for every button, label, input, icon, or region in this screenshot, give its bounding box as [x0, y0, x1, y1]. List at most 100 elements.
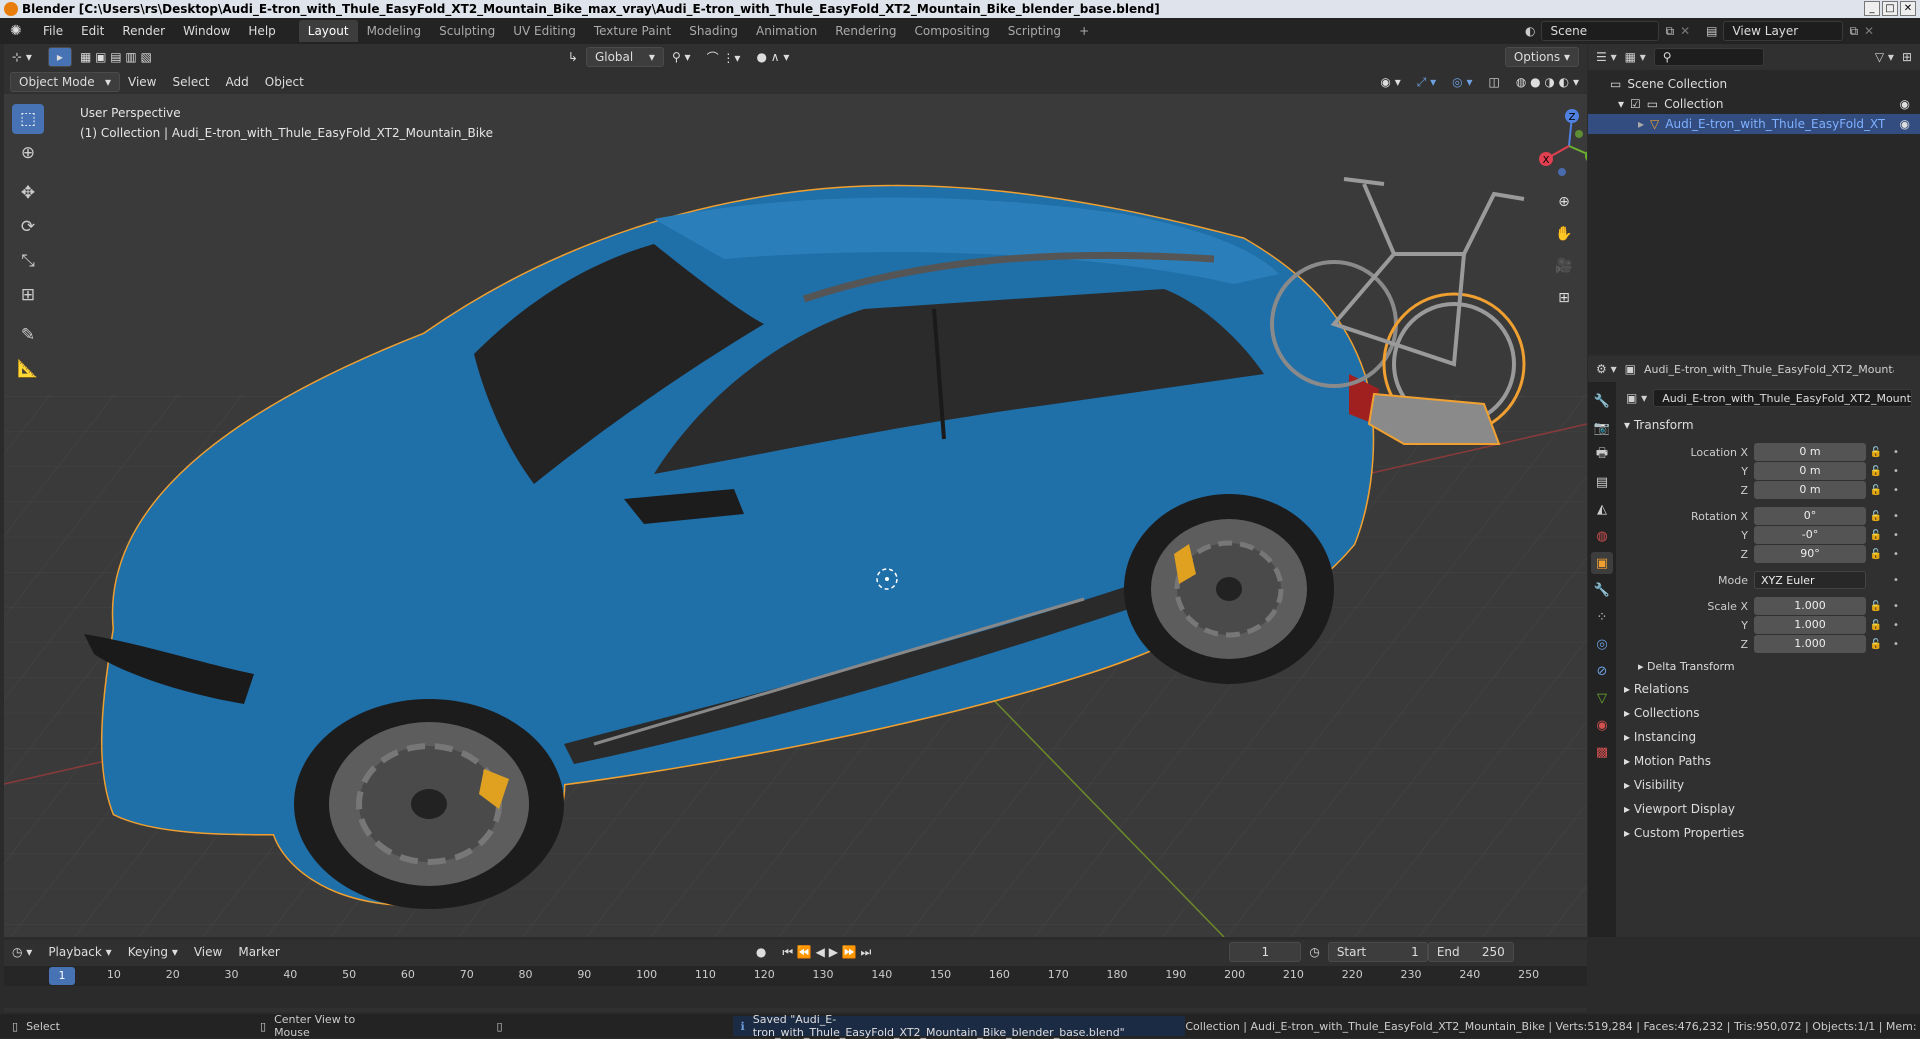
timeline-ruler[interactable]: 1 10 20 30 40 50 60 70 80 90 100 110 120 130 140 150 16… — [4, 966, 1587, 986]
current-frame-indicator[interactable]: 1 — [49, 967, 75, 985]
timeline-track[interactable] — [4, 986, 1587, 1008]
delta-transform-panel[interactable]: ▸ Delta Transform — [1638, 660, 1735, 673]
keyframe-dot-icon[interactable]: • — [1886, 549, 1906, 560]
menu-add[interactable]: Add — [218, 72, 257, 92]
menu-edit[interactable]: Edit — [72, 24, 113, 38]
start-frame-field[interactable]: Start 1 — [1327, 942, 1428, 962]
zoom-icon[interactable]: ⊕ — [1552, 190, 1576, 214]
eye-icon[interactable]: ◉ — [1900, 97, 1910, 111]
move-icon[interactable]: ✥ — [12, 178, 44, 208]
lock-icon[interactable]: 🔓 — [1866, 485, 1886, 496]
editor-type-icon[interactable]: ⊹ ▾ — [4, 47, 40, 67]
options-dropdown[interactable]: Options ▾ — [1504, 47, 1579, 67]
relations-panel[interactable]: ▸ Relations — [1624, 682, 1689, 696]
transform-icon[interactable]: ⊞ — [12, 280, 44, 310]
proportional-edit-icon[interactable]: ● ∧ ▾ — [748, 47, 797, 67]
gizmo-toggle-icon[interactable]: ⤢ ▾ — [1409, 72, 1444, 92]
tab-modeling[interactable]: Modeling — [358, 20, 431, 42]
measure-icon[interactable]: 📐 — [12, 354, 44, 384]
viewport-display-panel[interactable]: ▸ Viewport Display — [1624, 802, 1735, 816]
menu-view[interactable]: View — [120, 72, 164, 92]
add-workspace-icon[interactable]: + — [1070, 20, 1098, 42]
magnet-icon[interactable]: ⌒ ⋮▾ — [699, 47, 749, 67]
end-frame-field[interactable]: End 250 — [1427, 942, 1514, 962]
blender-menu-icon[interactable]: ✺ — [10, 23, 28, 39]
minimize-button[interactable]: _ — [1864, 1, 1880, 16]
instancing-panel[interactable]: ▸ Instancing — [1624, 730, 1696, 744]
visibility-icon[interactable]: ◉ ▾ — [1372, 72, 1408, 92]
3d-viewport[interactable]: ⊹ ▾ ▸ ▦ ▣ ▤ ▥ ▧ ↳ Global ▾ ⚲ ▾ ⌒ ⋮▾ ● ∧ ▾… — [4, 44, 1587, 937]
tab-compositing[interactable]: Compositing — [905, 20, 998, 42]
rotation-x-field[interactable]: 0° — [1754, 507, 1866, 525]
rotation-mode-dropdown[interactable]: XYZ Euler — [1754, 571, 1866, 589]
new-view-layer-icon[interactable]: ⧉ — [1849, 24, 1858, 39]
timeline-editor-icon[interactable]: ◷ ▾ — [4, 942, 40, 962]
new-scene-icon[interactable]: ⧉ — [1665, 24, 1674, 39]
select-mode-icons[interactable]: ▦ ▣ ▤ ▥ ▧ — [72, 47, 160, 67]
keyframe-dot-icon[interactable]: • — [1886, 601, 1906, 612]
object-tab-icon[interactable]: ▣ — [1591, 552, 1613, 574]
menu-playback[interactable]: Playback ▾ — [40, 942, 119, 962]
close-button[interactable]: ✕ — [1900, 1, 1916, 16]
tool-tab-icon[interactable]: 🔧 — [1591, 390, 1613, 412]
snap-icon[interactable]: ⚲ ▾ — [664, 47, 699, 67]
navigation-gizmo[interactable]: Z Y X — [1534, 104, 1587, 184]
scale-icon[interactable]: ⤡ — [12, 246, 44, 276]
lock-icon[interactable]: 🔓 — [1866, 466, 1886, 477]
keyframe-dot-icon[interactable]: • — [1886, 620, 1906, 631]
menu-keying[interactable]: Keying ▾ — [120, 942, 186, 962]
keyframe-dot-icon[interactable]: • — [1886, 485, 1906, 496]
lock-icon[interactable]: 🔓 — [1866, 530, 1886, 541]
menu-select[interactable]: Select — [164, 72, 217, 92]
cursor-icon[interactable]: ⊕ — [12, 138, 44, 168]
keyframe-dot-icon[interactable]: • — [1886, 447, 1906, 458]
transform-orientation-dropdown[interactable]: Global ▾ — [585, 47, 664, 67]
lock-icon[interactable]: 🔓 — [1866, 447, 1886, 458]
select-box-icon[interactable]: ⬚ — [12, 104, 44, 134]
tab-texture-paint[interactable]: Texture Paint — [585, 20, 680, 42]
tab-uv-editing[interactable]: UV Editing — [504, 20, 585, 42]
tab-sculpting[interactable]: Sculpting — [430, 20, 504, 42]
orthographic-toggle-icon[interactable]: ⊞ — [1552, 286, 1576, 310]
outliner-row-scene-collection[interactable]: ▭ Scene Collection — [1588, 74, 1920, 94]
menu-marker[interactable]: Marker — [230, 942, 287, 962]
view-layer-tab-icon[interactable]: ▤ — [1591, 471, 1613, 493]
record-icon[interactable]: ● — [748, 942, 774, 962]
scale-y-field[interactable]: 1.000 — [1754, 616, 1866, 634]
outliner-editor-icon[interactable]: ☰ ▾ — [1596, 50, 1617, 64]
keyframe-dot-icon[interactable]: • — [1886, 511, 1906, 522]
delete-view-layer-icon[interactable]: ✕ — [1864, 24, 1874, 38]
filter-icon[interactable]: ▽ ▾ — [1875, 50, 1894, 64]
current-frame-field[interactable]: 1 — [1229, 942, 1302, 962]
lock-icon[interactable]: 🔓 — [1866, 639, 1886, 650]
output-tab-icon[interactable]: 🖶 — [1591, 444, 1613, 466]
transform-panel-header[interactable]: ▾ Transform — [1624, 418, 1694, 432]
outliner-row-object[interactable]: ▸ ▽ Audi_E-tron_with_Thule_EasyFold_XT2_… — [1588, 114, 1920, 134]
pan-hand-icon[interactable]: ✋ — [1552, 222, 1576, 246]
tab-rendering[interactable]: Rendering — [826, 20, 905, 42]
rotation-y-field[interactable]: -0° — [1754, 526, 1866, 544]
transform-pivot-icon[interactable]: ↳ — [560, 47, 586, 67]
outliner-row-collection[interactable]: ▾ ☑ ▭ Collection ◉ — [1588, 94, 1920, 114]
menu-object[interactable]: Object — [257, 72, 312, 92]
lock-icon[interactable]: 🔓 — [1866, 511, 1886, 522]
scene-tab-icon[interactable]: ◭ — [1591, 498, 1613, 520]
tab-animation[interactable]: Animation — [747, 20, 826, 42]
keyframe-dot-icon[interactable]: • — [1886, 575, 1906, 586]
delete-scene-icon[interactable]: ✕ — [1680, 24, 1690, 38]
location-y-field[interactable]: 0 m — [1754, 462, 1866, 480]
scale-z-field[interactable]: 1.000 — [1754, 635, 1866, 653]
menu-window[interactable]: Window — [174, 24, 239, 38]
properties-editor-icon[interactable]: ⚙ ▾ — [1596, 362, 1617, 376]
view-layer-field[interactable]: View Layer — [1723, 21, 1844, 41]
scene-name-field[interactable]: Scene — [1541, 21, 1660, 41]
collections-panel[interactable]: ▸ Collections — [1624, 706, 1699, 720]
rotation-z-field[interactable]: 90° — [1754, 545, 1866, 563]
viewport-scene[interactable] — [4, 44, 1587, 937]
eye-icon[interactable]: ◉ — [1900, 117, 1910, 131]
material-tab-icon[interactable]: ◉ — [1591, 714, 1613, 736]
display-mode-icon[interactable]: ▦ ▾ — [1625, 50, 1646, 64]
keyframe-dot-icon[interactable]: • — [1886, 530, 1906, 541]
data-tab-icon[interactable]: ▽ — [1591, 687, 1613, 709]
visibility-panel[interactable]: ▸ Visibility — [1624, 778, 1684, 792]
